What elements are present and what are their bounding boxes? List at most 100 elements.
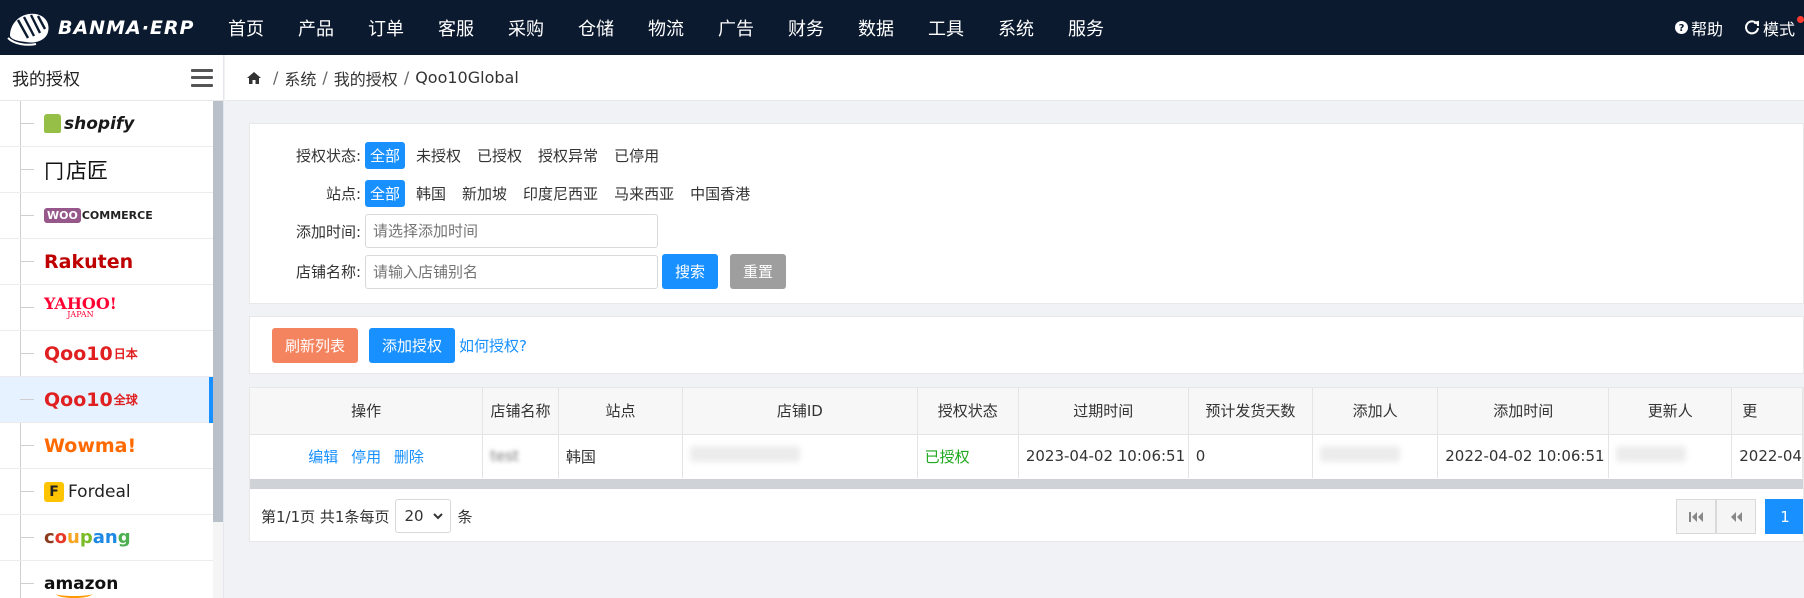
wowma-logo: Wowma! (44, 434, 137, 457)
prev-page-icon[interactable] (1716, 499, 1756, 534)
time-filter-row: 添加时间: (250, 214, 658, 248)
logo[interactable]: BANMA·ERP (0, 0, 228, 55)
breadcrumb-my-auth[interactable]: 我的授权 (334, 66, 398, 90)
nav-tools[interactable]: 工具 (928, 15, 964, 41)
add-auth-button[interactable]: 添加授权 (369, 327, 456, 363)
breadcrumb-current: Qoo10Global (415, 68, 519, 87)
site-option-malaysia[interactable]: 马来西亚 (609, 180, 679, 207)
site-option-indonesia[interactable]: 印度尼西亚 (518, 180, 603, 207)
cell-update-time: 2022-04 (1731, 434, 1803, 478)
fordeal-logo: F Fordeal (44, 481, 131, 502)
woocommerce-logo: WOO COMMERCE (44, 208, 153, 223)
mode-link[interactable]: 模式 (1745, 16, 1804, 40)
site-option-korea[interactable]: 韩国 (411, 180, 451, 207)
cell-add-time: 2022-04-02 10:06:51 (1437, 434, 1610, 478)
coupang-letter: u (67, 527, 80, 548)
time-filter-label: 添加时间: (295, 222, 361, 241)
col-header-ship-days: 预计发货天数 (1188, 388, 1314, 435)
col-header-status: 授权状态 (917, 388, 1019, 435)
nav-warehouse[interactable]: 仓储 (578, 15, 614, 41)
coupang-letter: c (44, 527, 55, 548)
shopify-logo: shopify (44, 114, 134, 134)
disable-link[interactable]: 停用 (351, 448, 381, 466)
platform-list: shopify 冂店匠 WOO COMMERCE Rakuten YAHOO! JA… (0, 101, 213, 598)
help-label: 帮助 (1690, 19, 1723, 39)
sidebar-item-rakuten[interactable]: Rakuten (0, 239, 213, 285)
coupang-letter: o (54, 527, 68, 548)
site-option-all[interactable]: 全部 (365, 180, 406, 207)
help-link[interactable]: ? 帮助 (1674, 16, 1723, 40)
nav-purchase[interactable]: 采购 (508, 15, 544, 41)
nav-customer-service[interactable]: 客服 (438, 15, 474, 41)
pagination: 第1/1页 共1条每页 20 条 1 (250, 489, 1803, 541)
reset-button[interactable]: 重置 (730, 254, 787, 289)
refresh-list-button[interactable]: 刷新列表 (272, 327, 359, 363)
delete-link[interactable]: 删除 (394, 448, 424, 466)
redacted-adder (1320, 446, 1401, 463)
dianjiang-logo: 冂店匠 (44, 155, 108, 185)
breadcrumb: / 系统 / 我的授权 / Qoo10Global (225, 55, 1804, 101)
name-filter-label: 店铺名称: (295, 263, 361, 281)
nav-orders[interactable]: 订单 (368, 15, 404, 41)
col-header-ops: 操作 (250, 388, 484, 435)
nav-services[interactable]: 服务 (1068, 15, 1104, 41)
row-ops: 编辑 停用 删除 (250, 434, 484, 478)
search-button[interactable]: 搜索 (662, 254, 719, 289)
sidebar-header: 我的授权 (0, 55, 223, 101)
rakuten-logo: Rakuten (44, 250, 134, 273)
table-horizontal-scrollbar[interactable] (250, 479, 1803, 489)
nav-home[interactable]: 首页 (228, 15, 264, 41)
fordeal-text: Fordeal (68, 481, 131, 502)
sidebar-scrollbar-thumb[interactable] (213, 101, 223, 522)
breadcrumb-system[interactable]: 系统 (284, 66, 316, 90)
coupang-letter: g (117, 527, 131, 548)
sidebar-item-shopify[interactable]: shopify (0, 101, 213, 147)
first-page-icon[interactable] (1676, 499, 1716, 534)
site-option-hongkong[interactable]: 中国香港 (685, 180, 755, 207)
col-header-shop-name: 店铺名称 (482, 388, 559, 435)
status-value: 已授权 (924, 447, 970, 466)
col-header-update-time: 更 (1731, 388, 1803, 435)
site-option-singapore[interactable]: 新加坡 (457, 180, 512, 207)
nav-ads[interactable]: 广告 (718, 15, 754, 41)
edit-link[interactable]: 编辑 (308, 448, 338, 466)
nav-products[interactable]: 产品 (298, 15, 334, 41)
shop-name-input[interactable] (365, 254, 658, 289)
sidebar-item-amazon[interactable]: amazon (0, 561, 213, 598)
notification-dot (1797, 16, 1804, 23)
qoo10-suffix: 日本 (113, 347, 138, 361)
coupang-letter: p (79, 527, 93, 548)
status-option-all[interactable]: 全部 (365, 142, 406, 169)
status-option-unauthorized[interactable]: 未授权 (411, 142, 466, 169)
sidebar-item-woocommerce[interactable]: WOO COMMERCE (0, 193, 213, 239)
cell-shop-id (682, 434, 918, 478)
home-icon[interactable] (247, 71, 261, 84)
how-to-auth-link[interactable]: 如何授权? (459, 335, 527, 356)
nav-system[interactable]: 系统 (998, 15, 1034, 41)
status-option-disabled[interactable]: 已停用 (609, 142, 664, 169)
coupang-logo: coupang (44, 527, 131, 548)
sidebar-item-coupang[interactable]: coupang (0, 515, 213, 561)
sidebar-item-dianjiang[interactable]: 冂店匠 (0, 147, 213, 193)
sidebar-item-qoo10-global[interactable]: Qoo10 全球 (0, 377, 213, 423)
page-size-select[interactable]: 20 (395, 499, 452, 533)
menu-toggle-icon[interactable] (191, 68, 213, 87)
add-time-input[interactable] (365, 214, 658, 248)
woo-text: COMMERCE (81, 209, 153, 222)
sidebar-item-yahoo[interactable]: YAHOO! JAPAN (0, 285, 213, 331)
nav-finance[interactable]: 财务 (788, 15, 824, 41)
sidebar-item-wowma[interactable]: Wowma! (0, 423, 213, 469)
sidebar-item-fordeal[interactable]: F Fordeal (0, 469, 213, 515)
status-option-authorized[interactable]: 已授权 (472, 142, 527, 169)
nav-logistics[interactable]: 物流 (648, 15, 684, 41)
woo-badge: WOO (44, 208, 81, 223)
name-filter-row: 店铺名称: 搜索 重置 (250, 254, 787, 289)
nav-data[interactable]: 数据 (858, 15, 894, 41)
refresh-mode-icon (1745, 20, 1759, 35)
cell-expire: 2023-04-02 10:06:51 (1018, 434, 1189, 478)
action-toolbar: 刷新列表 添加授权 如何授权? (249, 316, 1804, 374)
page-number-current[interactable]: 1 (1765, 499, 1803, 534)
col-header-adder: 添加人 (1312, 388, 1439, 435)
sidebar-item-qoo10-japan[interactable]: Qoo10 日本 (0, 331, 213, 377)
status-option-error[interactable]: 授权异常 (533, 142, 603, 169)
